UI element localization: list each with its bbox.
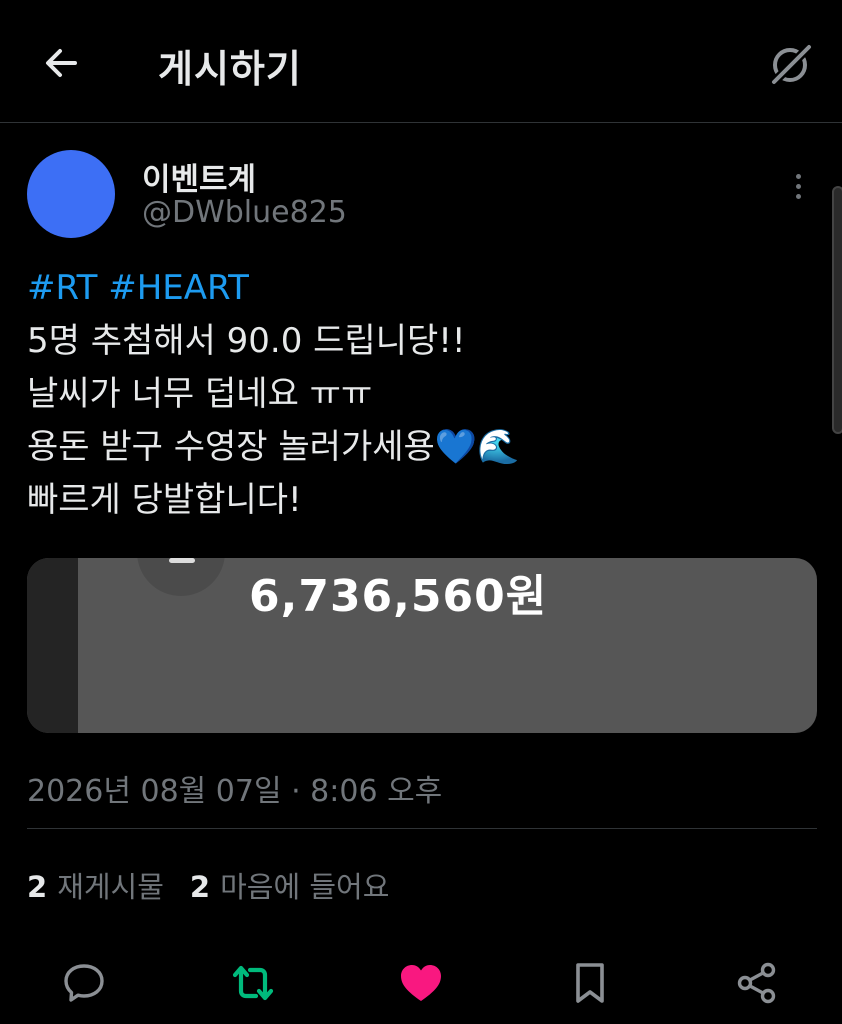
likes-stat[interactable]: 2 마음에 들어요 [190,864,390,906]
grok-icon [768,42,814,88]
media-amount-text: 6,736,560원 [249,571,548,622]
bookmark-icon [576,963,604,1003]
post-text-line: 용돈 받구 수영장 놀러가세용💙🌊 [27,427,520,467]
post-timestamp[interactable]: 2026년 08월 07일 · 8:06 오후 [27,766,442,810]
more-dot [795,183,801,189]
media-circle-icon [137,558,225,596]
reply-button[interactable] [59,958,109,1008]
post-text-line: 5명 추첨해서 90.0 드립니당!! [27,321,466,361]
share-button[interactable] [732,958,782,1008]
scrollbar[interactable] [832,186,842,434]
reposts-stat[interactable]: 2 재게시물 [27,864,164,906]
repost-button[interactable] [228,958,278,1008]
reposts-count: 2 [27,870,48,904]
post-text-line: 빠르게 당발합니다! [27,480,302,520]
repost-icon [232,965,274,1001]
arrow-left-icon [46,49,77,77]
reposts-label: 재게시물 [57,870,164,904]
engagement-stats: 2 재게시물 2 마음에 들어요 [27,864,389,906]
back-button[interactable] [38,40,84,86]
action-bar [0,950,842,1014]
author-name[interactable]: 이벤트계 [142,154,256,199]
hashtag-link[interactable]: #HEART [108,268,249,308]
likes-count: 2 [189,870,211,904]
divider [27,828,817,829]
more-dots-icon [795,173,801,179]
hashtag-link[interactable]: #RT [27,268,97,308]
share-icon [737,962,776,1004]
top-bar: 게시하기 [0,0,842,123]
grok-button[interactable] [762,36,818,92]
avatar[interactable] [27,150,115,238]
author-handle[interactable]: @DWblue825 [142,195,347,230]
media-attachment[interactable]: 6,736,560원 [27,558,817,733]
bookmark-button[interactable] [565,958,615,1008]
more-options-button[interactable] [782,168,814,204]
page-title: 게시하기 [158,47,302,91]
post-text-line: 날씨가 너무 덥네요 ㅠㅠ [27,374,373,414]
likes-label: 마음에 들어요 [220,870,390,904]
reply-icon [64,964,104,1002]
media-dark-strip [27,558,78,733]
like-button[interactable] [396,958,446,1008]
more-dot [795,193,801,199]
hashtag-line: #RT #HEART [27,262,807,315]
post-text: #RT #HEART 5명 추첨해서 90.0 드립니당!! 날씨가 너무 덥네… [27,262,807,527]
heart-icon [401,965,441,1001]
